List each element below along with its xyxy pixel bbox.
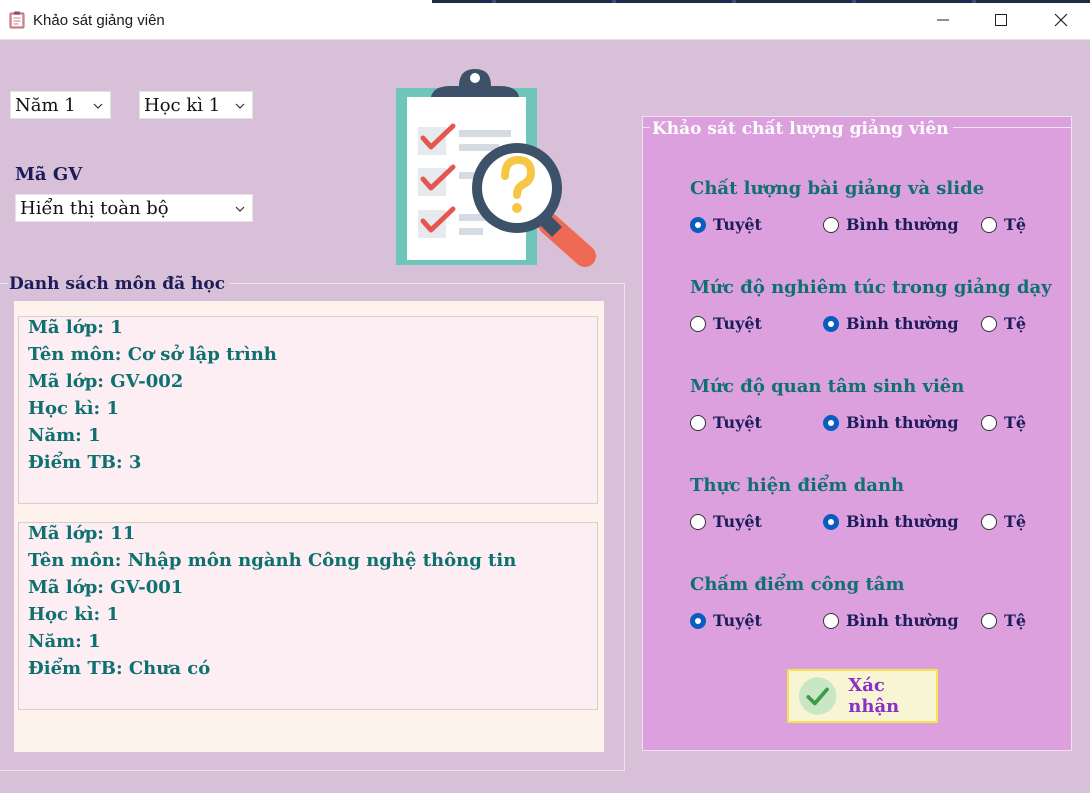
course-card: Mã lớp: 1 Tên môn: Cơ sở lập trình Mã lớ… [18, 316, 598, 504]
radio-unselected-icon [981, 513, 997, 530]
term-select[interactable]: Học kì 1 [139, 91, 253, 119]
radio-q3-te[interactable]: Tệ [981, 413, 1026, 432]
course-term: Học kì: 1 [28, 604, 119, 625]
gv-select[interactable]: Hiển thị toàn bộ [15, 194, 253, 222]
question-title: Mức độ nghiêm túc trong giảng dạy [690, 277, 1052, 298]
radio-label: Tuyệt [713, 611, 762, 630]
radio-label: Tuyệt [713, 512, 762, 531]
minimize-icon [937, 19, 949, 21]
question-title: Chất lượng bài giảng và slide [690, 178, 985, 199]
question-title: Thực hiện điểm danh [690, 475, 905, 496]
question-title: Chấm điểm công tâm [690, 574, 905, 595]
course-list-title: Danh sách môn đã học [8, 274, 230, 294]
close-button[interactable] [1032, 0, 1090, 40]
year-select-value: Năm 1 [15, 94, 76, 116]
radio-label: Tệ [1004, 215, 1027, 234]
gv-label: Mã GV [15, 164, 83, 185]
chevron-down-icon [235, 206, 245, 212]
radio-label: Tệ [1004, 611, 1027, 630]
check-circle-icon [798, 677, 837, 715]
gv-select-value: Hiển thị toàn bộ [20, 197, 169, 219]
radio-selected-icon [823, 414, 839, 431]
radio-label: Tuyệt [713, 215, 762, 234]
radio-q2-te[interactable]: Tệ [981, 314, 1026, 333]
confirm-button[interactable]: Xác nhận [787, 669, 938, 723]
radio-label: Bình thường [846, 413, 959, 432]
radio-label: Bình thường [846, 611, 959, 630]
radio-label: Tuyệt [713, 413, 762, 432]
window-title: Khảo sát giảng viên [33, 12, 165, 29]
radio-q2-tuyet[interactable]: Tuyệt [690, 314, 762, 333]
course-avg-score: Điểm TB: 3 [28, 452, 142, 473]
course-class-id: Mã lớp: 1 [28, 317, 123, 338]
course-avg-score: Điểm TB: Chưa có [28, 658, 211, 679]
course-teacher-id: Mã lớp: GV-001 [28, 577, 184, 598]
radio-unselected-icon [823, 612, 839, 629]
radio-q3-binh-thuong[interactable]: Bình thường [823, 413, 959, 432]
radio-unselected-icon [690, 414, 706, 431]
radio-label: Tệ [1004, 413, 1027, 432]
course-year: Năm: 1 [28, 631, 101, 652]
radio-q5-tuyet[interactable]: Tuyệt [690, 611, 762, 630]
course-class-id: Mã lớp: 11 [28, 523, 136, 544]
course-name: Tên môn: Nhập môn ngành Công nghệ thông … [28, 550, 517, 571]
radio-label: Tệ [1004, 314, 1027, 333]
radio-selected-icon [823, 513, 839, 530]
radio-unselected-icon [981, 216, 997, 233]
maximize-icon [995, 14, 1007, 26]
radio-unselected-icon [823, 216, 839, 233]
radio-q2-binh-thuong[interactable]: Bình thường [823, 314, 959, 333]
title-bar: Khảo sát giảng viên [0, 0, 1090, 40]
radio-selected-icon [690, 216, 706, 233]
course-term: Học kì: 1 [28, 398, 119, 419]
radio-q4-binh-thuong[interactable]: Bình thường [823, 512, 959, 531]
radio-label: Tệ [1004, 512, 1027, 531]
radio-unselected-icon [981, 414, 997, 431]
course-teacher-id: Mã lớp: GV-002 [28, 371, 184, 392]
radio-label: Bình thường [846, 314, 959, 333]
radio-unselected-icon [981, 315, 997, 332]
radio-label: Bình thường [846, 512, 959, 531]
radio-unselected-icon [690, 315, 706, 332]
radio-q4-tuyet[interactable]: Tuyệt [690, 512, 762, 531]
course-list-group: Danh sách môn đã học Mã lớp: 1 Tên môn: … [0, 274, 625, 771]
radio-selected-icon [690, 612, 706, 629]
year-select[interactable]: Năm 1 [10, 91, 111, 119]
radio-label: Bình thường [846, 215, 959, 234]
survey-title: Khảo sát chất lượng giảng viên [650, 119, 953, 139]
course-list[interactable]: Mã lớp: 1 Tên môn: Cơ sở lập trình Mã lớ… [14, 301, 604, 752]
radio-label: Tuyệt [713, 314, 762, 333]
radio-q1-tuyet[interactable]: Tuyệt [690, 215, 762, 234]
chevron-down-icon [93, 103, 103, 109]
question-title: Mức độ quan tâm sinh viên [690, 376, 965, 397]
radio-q4-te[interactable]: Tệ [981, 512, 1026, 531]
radio-q3-tuyet[interactable]: Tuyệt [690, 413, 762, 432]
radio-unselected-icon [981, 612, 997, 629]
radio-q5-te[interactable]: Tệ [981, 611, 1026, 630]
course-year: Năm: 1 [28, 425, 101, 446]
course-card: Mã lớp: 11 Tên môn: Nhập môn ngành Công … [18, 522, 598, 710]
radio-q1-binh-thuong[interactable]: Bình thường [823, 215, 959, 234]
survey-panel: Khảo sát chất lượng giảng viên Chất lượn… [642, 116, 1072, 751]
term-select-value: Học kì 1 [144, 94, 221, 116]
clipboard-search-icon [396, 69, 596, 267]
radio-q5-binh-thuong[interactable]: Bình thường [823, 611, 959, 630]
chevron-down-icon [235, 103, 245, 109]
confirm-label: Xác nhận [848, 675, 900, 717]
clipboard-icon [9, 11, 25, 29]
radio-selected-icon [823, 315, 839, 332]
maximize-button[interactable] [972, 0, 1030, 40]
minimize-button[interactable] [914, 0, 972, 40]
radio-q1-te[interactable]: Tệ [981, 215, 1026, 234]
close-icon [1054, 13, 1068, 27]
course-name: Tên môn: Cơ sở lập trình [28, 344, 277, 365]
radio-unselected-icon [690, 513, 706, 530]
